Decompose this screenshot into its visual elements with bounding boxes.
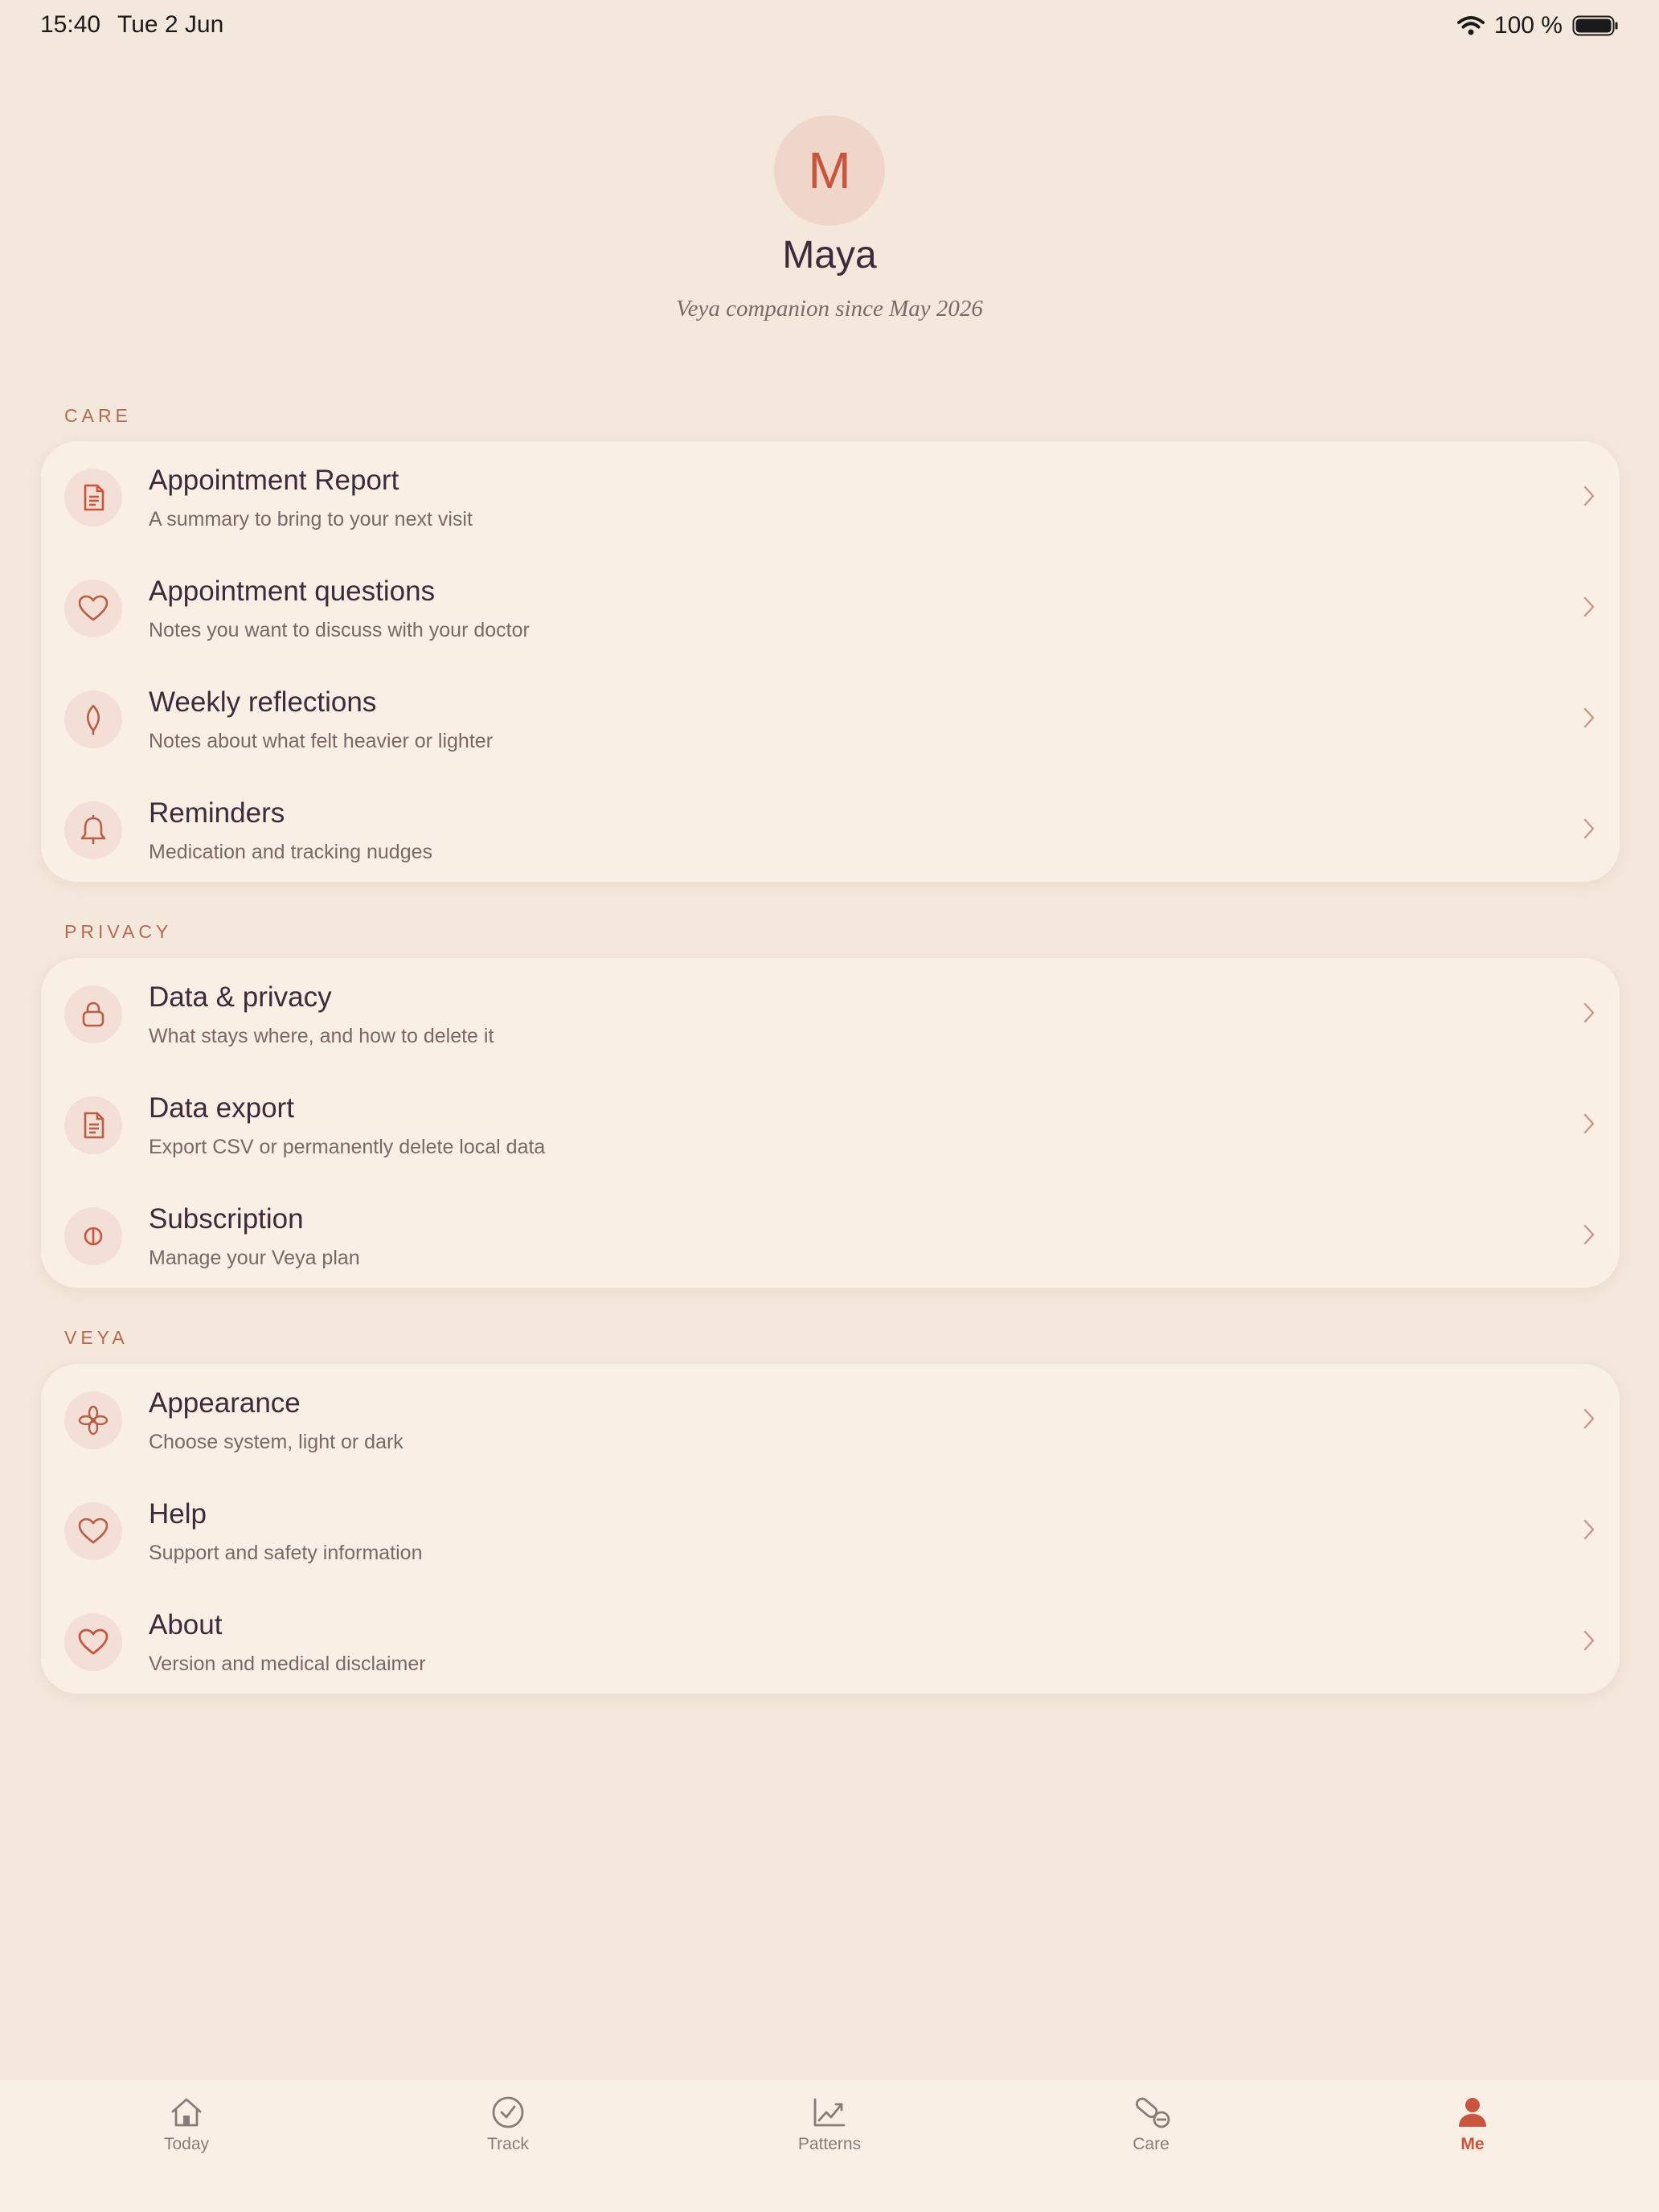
menu-item-subtitle: Medication and tracking nudges bbox=[149, 841, 433, 863]
pill-icon bbox=[64, 1207, 122, 1265]
wifi-icon bbox=[1456, 15, 1485, 36]
menu-item-subtitle: Notes about what felt heavier or lighter bbox=[149, 730, 494, 752]
chevron-right-icon bbox=[1583, 707, 1596, 733]
menu-item-title: Appointment Report bbox=[149, 465, 399, 496]
menu-item-title: About bbox=[149, 1609, 223, 1641]
menu-item-title: Help bbox=[149, 1498, 207, 1530]
tab-bar: Today Track Patterns Care Me bbox=[0, 2080, 1659, 2212]
menu-item-title: Data & privacy bbox=[149, 981, 332, 1013]
chevron-right-icon bbox=[1583, 1629, 1596, 1656]
section-label-care: CARE bbox=[64, 405, 132, 426]
profile-since: Veya companion since May 2026 bbox=[676, 296, 983, 322]
chevron-right-icon bbox=[1583, 1518, 1596, 1545]
pills-icon bbox=[1133, 2095, 1170, 2130]
menu-item-subtitle: What stays where, and how to delete it bbox=[149, 1025, 494, 1047]
menu-item-subtitle: Choose system, light or dark bbox=[149, 1431, 403, 1453]
avatar[interactable]: M bbox=[774, 115, 885, 226]
menu-item-subscription[interactable]: Subscription Manage your Veya plan bbox=[41, 1181, 1620, 1292]
check-circle-icon bbox=[490, 2095, 526, 2130]
section-label-veya: VEYA bbox=[64, 1327, 129, 1348]
document-icon bbox=[64, 1096, 122, 1154]
chevron-right-icon bbox=[1583, 596, 1596, 622]
status-bar: 15:40 Tue 2 Jun 100 % bbox=[0, 0, 1659, 51]
menu-item-title: Subscription bbox=[149, 1203, 304, 1235]
menu-item-data-export[interactable]: Data export Export CSV or permanently de… bbox=[41, 1070, 1620, 1181]
battery-percentage: 100 % bbox=[1493, 12, 1563, 39]
heart-icon bbox=[64, 580, 122, 637]
tab-label: Patterns bbox=[797, 2135, 862, 2153]
menu-item-title: Data export bbox=[149, 1092, 294, 1124]
tab-today[interactable]: Today bbox=[106, 2080, 267, 2177]
menu-item-title: Weekly reflections bbox=[149, 686, 377, 718]
home-icon bbox=[169, 2095, 204, 2130]
battery-icon bbox=[1572, 15, 1619, 36]
chevron-right-icon bbox=[1583, 1407, 1596, 1434]
tab-label: Today bbox=[163, 2135, 210, 2153]
status-time: 15:40 bbox=[40, 11, 101, 38]
care-card: Appointment Report A summary to bring to… bbox=[40, 440, 1620, 883]
status-date: Tue 2 Jun bbox=[117, 11, 224, 38]
menu-item-subtitle: Version and medical disclaimer bbox=[149, 1653, 426, 1675]
menu-item-about[interactable]: About Version and medical disclaimer bbox=[41, 1587, 1620, 1698]
menu-item-reminders[interactable]: Reminders Medication and tracking nudges bbox=[41, 775, 1620, 886]
document-icon bbox=[64, 469, 122, 526]
flower-icon bbox=[64, 1391, 122, 1449]
chart-icon bbox=[812, 2095, 847, 2130]
menu-item-subtitle: A summary to bring to your next visit bbox=[149, 508, 473, 530]
menu-item-help[interactable]: Help Support and safety information bbox=[41, 1476, 1620, 1587]
person-icon bbox=[1455, 2095, 1490, 2130]
chevron-right-icon bbox=[1583, 1112, 1596, 1139]
menu-item-title: Reminders bbox=[149, 797, 285, 829]
menu-item-subtitle: Export CSV or permanently delete local d… bbox=[149, 1136, 546, 1158]
heart-icon bbox=[64, 1613, 122, 1671]
privacy-card: Data & privacy What stays where, and how… bbox=[40, 957, 1620, 1288]
bell-icon bbox=[64, 801, 122, 859]
leaf-icon bbox=[64, 690, 122, 748]
lock-icon bbox=[64, 985, 122, 1043]
chevron-right-icon bbox=[1583, 817, 1596, 844]
menu-item-title: Appearance bbox=[149, 1387, 301, 1419]
menu-item-title: Appointment questions bbox=[149, 576, 436, 607]
chevron-right-icon bbox=[1583, 1223, 1596, 1250]
section-label-privacy: PRIVACY bbox=[64, 921, 173, 942]
tab-patterns[interactable]: Patterns bbox=[749, 2080, 910, 2177]
heart-icon bbox=[64, 1502, 122, 1560]
tab-me[interactable]: Me bbox=[1392, 2080, 1553, 2177]
chevron-right-icon bbox=[1583, 1002, 1596, 1028]
profile-name: Maya bbox=[782, 234, 877, 276]
tab-label: Me bbox=[1460, 2135, 1485, 2153]
menu-item-weekly-reflections[interactable]: Weekly reflections Notes about what felt… bbox=[41, 664, 1620, 775]
menu-item-data-privacy[interactable]: Data & privacy What stays where, and how… bbox=[41, 959, 1620, 1070]
menu-item-subtitle: Support and safety information bbox=[149, 1542, 423, 1564]
menu-item-appearance[interactable]: Appearance Choose system, light or dark bbox=[41, 1365, 1620, 1476]
tab-care[interactable]: Care bbox=[1071, 2080, 1231, 2177]
menu-item-subtitle: Manage your Veya plan bbox=[149, 1247, 360, 1269]
tab-track[interactable]: Track bbox=[428, 2080, 588, 2177]
chevron-right-icon bbox=[1583, 485, 1596, 511]
menu-item-appointment-report[interactable]: Appointment Report A summary to bring to… bbox=[41, 442, 1620, 553]
menu-item-appointment-questions[interactable]: Appointment questions Notes you want to … bbox=[41, 553, 1620, 664]
veya-card: Appearance Choose system, light or dark … bbox=[40, 1363, 1620, 1694]
tab-label: Track bbox=[487, 2135, 529, 2153]
avatar-initial: M bbox=[808, 141, 851, 199]
menu-item-subtitle: Notes you want to discuss with your doct… bbox=[149, 619, 530, 641]
tab-label: Care bbox=[1133, 2135, 1169, 2153]
